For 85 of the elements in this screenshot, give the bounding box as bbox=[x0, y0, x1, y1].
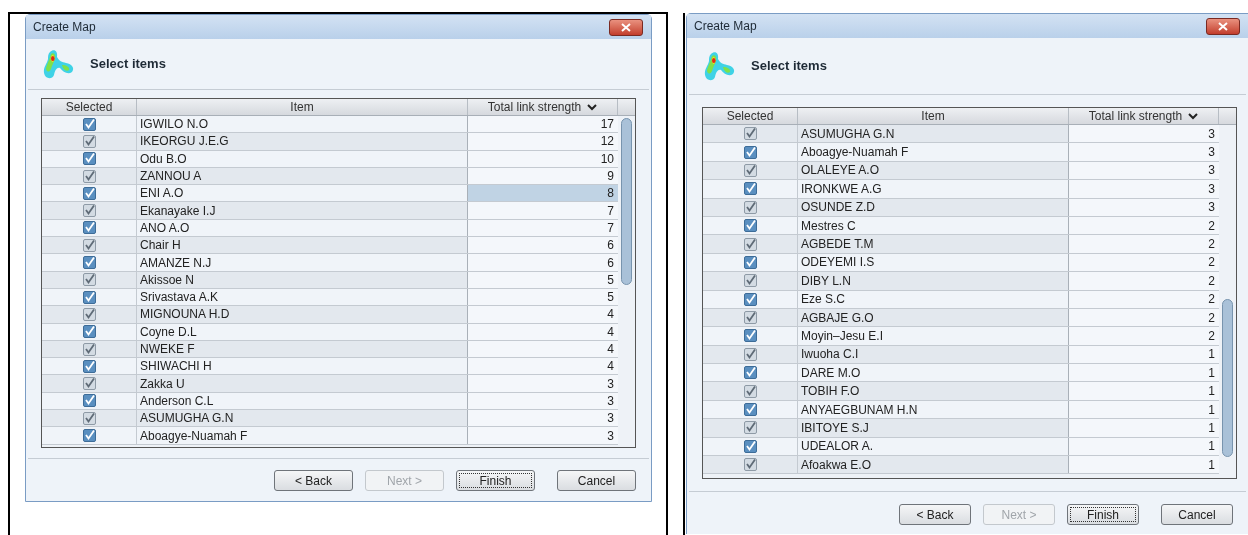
strength-cell: 6 bbox=[468, 254, 618, 271]
column-header[interactable]: Total link strength bbox=[468, 99, 618, 115]
checkbox[interactable] bbox=[82, 256, 96, 269]
checkbox[interactable] bbox=[82, 117, 96, 131]
checkbox[interactable] bbox=[82, 394, 96, 408]
strength-cell: 1 bbox=[1069, 364, 1219, 382]
strength-cell: 17 bbox=[468, 116, 618, 133]
wizard-button[interactable]: < Back bbox=[899, 504, 971, 525]
checkbox[interactable] bbox=[82, 152, 96, 166]
checkbox[interactable] bbox=[82, 221, 96, 235]
page-heading: Select items bbox=[90, 55, 166, 74]
checkbox[interactable] bbox=[743, 403, 757, 417]
checkbox[interactable] bbox=[82, 307, 96, 321]
close-icon bbox=[621, 22, 631, 32]
checkbox[interactable] bbox=[82, 204, 96, 218]
close-button[interactable] bbox=[1206, 17, 1240, 35]
checkbox[interactable] bbox=[743, 237, 757, 251]
page-heading: Select items bbox=[751, 57, 827, 76]
heatmap-icon bbox=[42, 48, 76, 80]
column-header[interactable]: Total link strength bbox=[1069, 108, 1219, 124]
checkbox[interactable] bbox=[743, 219, 757, 233]
checkbox[interactable] bbox=[743, 366, 757, 380]
checkbox[interactable] bbox=[743, 182, 757, 196]
checkbox[interactable] bbox=[743, 200, 757, 214]
checkbox[interactable] bbox=[743, 274, 757, 288]
strength-cell: 3 bbox=[1069, 125, 1219, 143]
strength-cell: 3 bbox=[468, 410, 618, 427]
column-header[interactable]: Item bbox=[798, 108, 1069, 124]
window-title: Create Map bbox=[33, 19, 96, 36]
checkbox[interactable] bbox=[82, 169, 96, 183]
column-header[interactable]: Selected bbox=[42, 99, 137, 115]
checkbox[interactable] bbox=[82, 290, 96, 304]
strength-cell: 2 bbox=[1069, 235, 1219, 253]
checkbox[interactable] bbox=[743, 292, 757, 306]
close-button[interactable] bbox=[609, 18, 643, 36]
checkbox[interactable] bbox=[82, 273, 96, 287]
strength-cell: 1 bbox=[1069, 456, 1219, 474]
strength-cell: 2 bbox=[1069, 272, 1219, 290]
sort-chevron-icon bbox=[587, 103, 598, 111]
scrollbar-thumb[interactable] bbox=[621, 118, 632, 285]
strength-cell: 1 bbox=[1069, 419, 1219, 437]
checkbox[interactable] bbox=[82, 325, 96, 339]
sort-chevron-icon bbox=[1188, 112, 1199, 120]
checkbox[interactable] bbox=[82, 411, 96, 425]
strength-cell: 4 bbox=[468, 358, 618, 375]
strength-cell: 1 bbox=[1069, 382, 1219, 400]
strength-cell: 3 bbox=[468, 375, 618, 392]
checkbox[interactable] bbox=[82, 377, 96, 391]
checkbox[interactable] bbox=[743, 127, 757, 141]
strength-cell: 6 bbox=[468, 237, 618, 254]
scrollbar-thumb[interactable] bbox=[1222, 299, 1233, 457]
strength-cell: 8 bbox=[468, 185, 618, 202]
strength-cell: 3 bbox=[468, 427, 618, 444]
checkbox[interactable] bbox=[743, 384, 757, 398]
wizard-button[interactable]: Finish bbox=[456, 470, 535, 491]
checkbox[interactable] bbox=[743, 329, 757, 343]
wizard-button[interactable]: < Back bbox=[274, 470, 353, 491]
wizard-button[interactable]: Cancel bbox=[557, 470, 636, 491]
checkbox[interactable] bbox=[82, 342, 96, 356]
checkbox[interactable] bbox=[743, 255, 757, 269]
checkbox[interactable] bbox=[743, 347, 757, 361]
strength-cell: 3 bbox=[1069, 180, 1219, 198]
checkbox[interactable] bbox=[82, 359, 96, 373]
strength-cell: 3 bbox=[1069, 143, 1219, 161]
checkbox[interactable] bbox=[82, 134, 96, 148]
window-title: Create Map bbox=[694, 18, 757, 35]
column-header[interactable]: Item bbox=[137, 99, 468, 115]
checkbox[interactable] bbox=[743, 458, 757, 472]
close-icon bbox=[1218, 21, 1228, 31]
checkbox[interactable] bbox=[82, 186, 96, 200]
wizard-button[interactable]: Cancel bbox=[1161, 504, 1233, 525]
checkbox[interactable] bbox=[82, 429, 96, 442]
heatmap-icon bbox=[703, 50, 737, 82]
strength-cell: 4 bbox=[468, 306, 618, 323]
checkbox[interactable] bbox=[743, 421, 757, 435]
checkbox[interactable] bbox=[743, 163, 757, 177]
checkbox[interactable] bbox=[743, 145, 757, 159]
checkbox[interactable] bbox=[82, 238, 96, 252]
strength-cell: 12 bbox=[468, 133, 618, 150]
column-header[interactable]: Selected bbox=[703, 108, 798, 124]
strength-cell: 2 bbox=[1069, 327, 1219, 345]
checkbox[interactable] bbox=[743, 439, 757, 453]
wizard-button[interactable]: Finish bbox=[1067, 504, 1139, 525]
checkbox[interactable] bbox=[743, 311, 757, 325]
strength-cell: 7 bbox=[468, 202, 618, 219]
